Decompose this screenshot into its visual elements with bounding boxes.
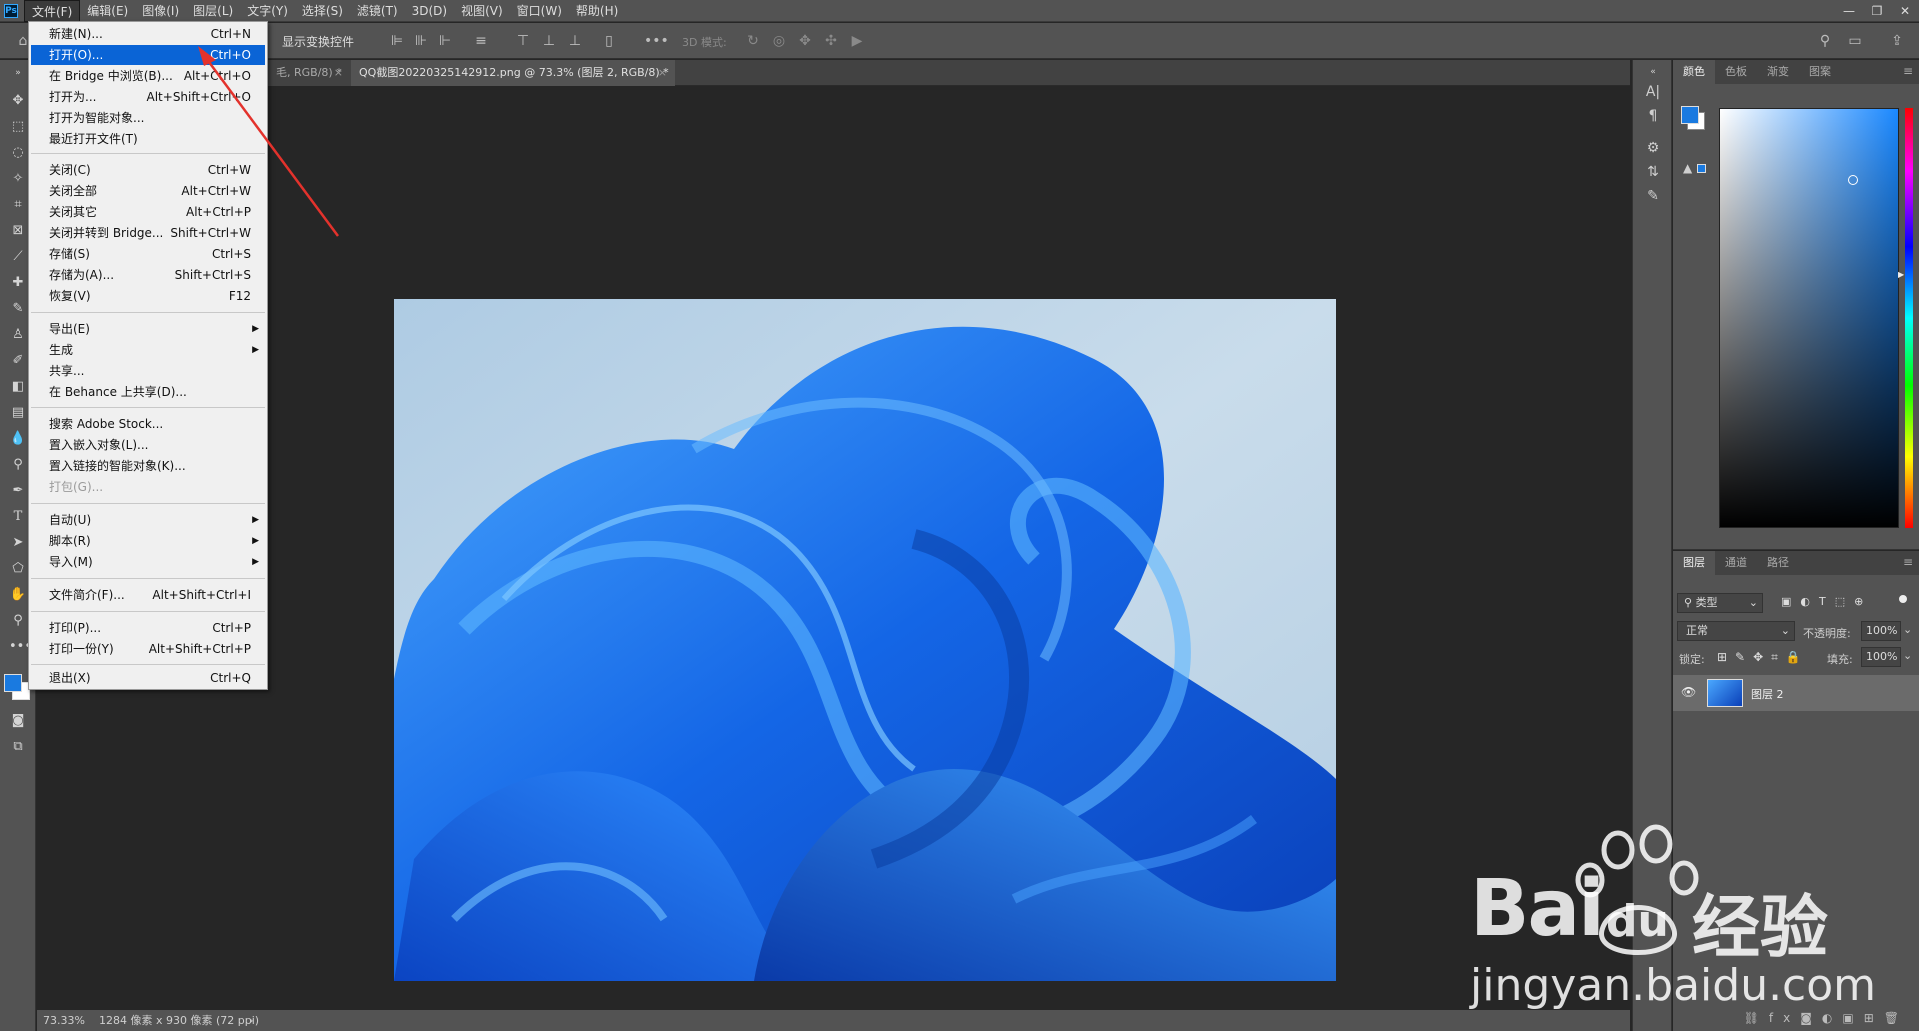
watermark-brand-du: du [1606, 896, 1669, 947]
watermark-brand-cn: 经验 [1692, 889, 1829, 968]
watermark-url: jingyan.baidu.com [1470, 960, 1877, 1011]
baidu-watermark: Bai du 经验 jingyan.baidu.com [1470, 820, 1910, 1020]
watermark-brand: Bai [1470, 864, 1605, 954]
